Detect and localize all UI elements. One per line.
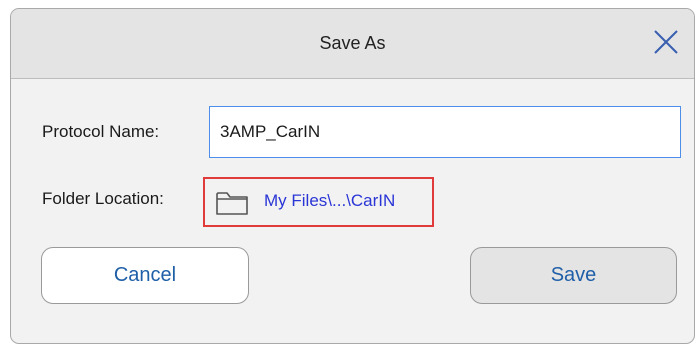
protocol-name-label: Protocol Name: [42,122,160,141]
folder-icon [215,190,249,216]
save-button[interactable]: Save [470,247,677,304]
dialog-titlebar: Save As [11,9,694,79]
protocol-name-input[interactable] [209,106,681,158]
folder-path-link: My Files\...\CarIN [264,191,396,210]
dialog-title: Save As [319,33,386,53]
save-as-dialog: Save As Protocol Name: Folder Location: … [10,8,695,344]
folder-location-label: Folder Location: [42,189,164,208]
close-icon [654,30,678,54]
cancel-button[interactable]: Cancel [41,247,249,304]
close-button[interactable] [652,28,680,56]
folder-location-picker[interactable]: My Files\...\CarIN [203,177,434,227]
